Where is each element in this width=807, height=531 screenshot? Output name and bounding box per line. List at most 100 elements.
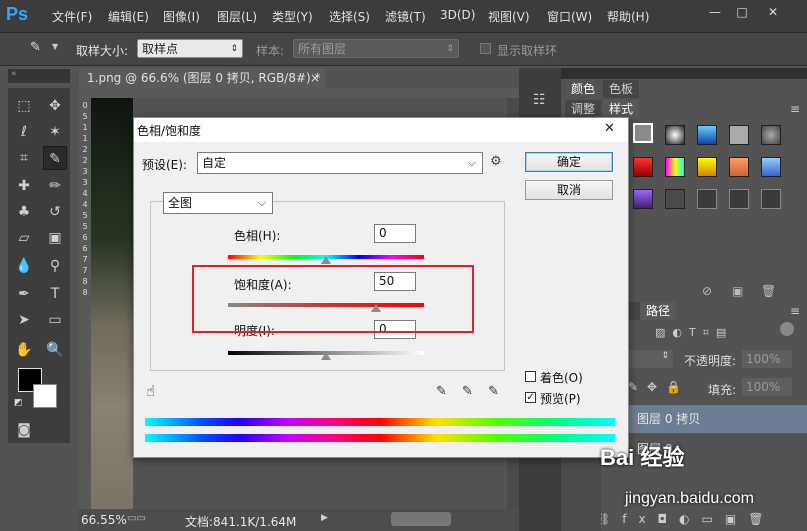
sample-size-select[interactable]: 取样点 ⇕ [137,39,243,58]
cancel-button[interactable]: 取消 [525,180,613,200]
background-color-swatch[interactable] [33,384,57,408]
menu-file[interactable]: 文件(F) [52,8,92,25]
targeted-adjustment-hand-icon[interactable]: ☝ [146,382,155,400]
style-swatch[interactable] [761,125,781,145]
zoom-level[interactable]: 66.55% [81,513,127,527]
colorize-checkbox[interactable] [525,371,536,382]
hue-slider-thumb[interactable] [321,256,331,264]
menu-select[interactable]: 选择(S) [329,8,370,25]
type-tool-icon[interactable]: T [43,282,67,306]
sample-select[interactable]: 所有图层 ⇕ [293,39,459,58]
style-swatch[interactable] [761,189,781,209]
status-menu-icon[interactable]: ▭▭ [127,513,146,524]
quick-mask-icon[interactable]: ◙ [12,418,36,442]
brush-tool-icon[interactable]: ✏ [43,174,67,198]
zoom-tool-icon[interactable]: 🔍 [43,338,67,362]
clone-stamp-tool-icon[interactable]: ♣ [12,200,36,224]
rectangle-tool-icon[interactable]: ▭ [43,308,67,332]
menu-edit[interactable]: 编辑(E) [108,8,149,25]
history-brush-tool-icon[interactable]: ↺ [43,200,67,224]
blur-tool-icon[interactable]: 💧 [12,254,36,278]
tab-paths[interactable]: 路径 [640,302,677,320]
eyedropper-plus-icon[interactable]: ✎ [462,384,473,399]
layer-row-selected[interactable]: 图层 0 拷贝 [627,405,807,433]
layer-bottom-icons[interactable]: ⛓fx◘◐▭▣🗑 [595,512,775,526]
channel-select[interactable]: 全图 ⌵ [163,192,273,214]
close-window-button[interactable]: ✕ [764,4,782,20]
preview-checkbox[interactable]: ✓ [525,392,536,403]
opacity-input[interactable]: 100% [742,350,792,368]
panel-menu-icon[interactable]: ≡ [790,102,800,116]
horizontal-scrollbar-thumb[interactable] [391,512,451,526]
menu-help[interactable]: 帮助(H) [607,8,649,25]
dodge-tool-icon[interactable]: ⚲ [43,254,67,278]
style-swatch[interactable] [633,189,653,209]
preset-options-gear-icon[interactable]: ⚙ [490,154,502,169]
delete-style-icon[interactable]: 🗑 [761,284,776,298]
menu-view[interactable]: 视图(V) [488,8,530,25]
eraser-tool-icon[interactable]: ▱ [12,226,36,250]
style-swatch[interactable] [665,189,685,209]
style-swatch[interactable] [729,189,749,209]
style-swatch[interactable] [761,157,781,177]
tab-styles[interactable]: 样式 [603,100,640,118]
style-swatch[interactable] [729,157,749,177]
style-swatch[interactable] [633,123,653,143]
menu-filter[interactable]: 滤镜(T) [385,8,426,25]
fill-input[interactable]: 100% [742,378,792,396]
document-canvas-image[interactable] [91,98,133,510]
layers-panel-menu-icon[interactable]: ≡ [790,304,800,318]
style-swatch[interactable] [697,157,717,177]
menu-image[interactable]: 图像(I) [163,8,200,25]
tool-preset-chevron-icon[interactable]: ▼ [52,42,58,51]
ok-button[interactable]: 确定 [525,152,613,172]
style-swatch[interactable] [633,157,653,177]
clear-style-icon[interactable]: ⊘ [702,284,712,298]
eyedropper-minus-icon[interactable]: ✎ [488,384,499,399]
filter-toggle-icon[interactable] [780,322,794,336]
dialog-title: 色相/饱和度 [137,124,202,138]
move-tool-icon[interactable]: ✥ [43,94,67,118]
dialog-close-icon[interactable]: ✕ [604,121,615,136]
gradient-tool-icon[interactable]: ▣ [43,226,67,250]
lasso-tool-icon[interactable]: ℓ [12,120,36,144]
crop-tool-icon[interactable]: ⌗ [12,146,36,170]
marquee-tool-icon[interactable]: ⬚ [12,94,36,118]
eyedropper-tool-icon[interactable]: ✎ [43,146,67,170]
style-swatch[interactable] [665,125,685,145]
tab-adjustments[interactable]: 调整 [565,100,602,118]
tab-swatches[interactable]: 色板 [603,80,640,98]
eyedropper-icon[interactable]: ✎ [436,384,447,399]
blend-mode-select[interactable]: ⇕ [625,350,673,368]
lightness-slider-thumb[interactable] [321,352,331,360]
layer-filter-icons[interactable]: ▨◐T⌗▤ [655,326,733,340]
magic-wand-tool-icon[interactable]: ✶ [43,120,67,144]
toolbar-collapse-icon[interactable]: « [8,69,70,83]
eyedropper-icon[interactable]: ✎ [30,40,46,56]
menu-layer[interactable]: 图层(L) [217,8,257,25]
default-colors-icon[interactable]: ◩ [14,398,24,408]
menu-type[interactable]: 类型(Y) [272,8,313,25]
hue-input[interactable]: 0 [374,224,416,243]
tab-color[interactable]: 颜色 [565,80,602,98]
lock-icons[interactable]: ✎✥🔒 [628,380,690,394]
pen-tool-icon[interactable]: ✒ [12,282,36,306]
minimize-button[interactable]: — [706,4,724,20]
maximize-button[interactable]: □ [733,4,751,20]
style-swatch[interactable] [697,125,717,145]
hand-tool-icon[interactable]: ✋ [12,338,36,362]
preset-select[interactable]: 自定 ⌵ [197,152,483,174]
menu-3d[interactable]: 3D(D) [440,8,475,22]
document-tab[interactable]: 1.png @ 66.6% (图层 0 拷贝, RGB/8#) * [79,68,325,88]
show-ring-checkbox[interactable] [480,43,491,54]
path-selection-tool-icon[interactable]: ➤ [12,308,36,332]
healing-brush-tool-icon[interactable]: ✚ [12,174,36,198]
new-style-icon[interactable]: ▣ [732,284,743,298]
status-arrow-icon[interactable]: ▶ [321,513,328,523]
style-swatch[interactable] [665,157,685,177]
style-swatch[interactable] [697,189,717,209]
close-tab-icon[interactable]: × [310,71,320,85]
history-panel-icon[interactable]: ☷ [533,92,546,108]
style-swatch[interactable] [729,125,749,145]
menu-window[interactable]: 窗口(W) [547,8,592,25]
